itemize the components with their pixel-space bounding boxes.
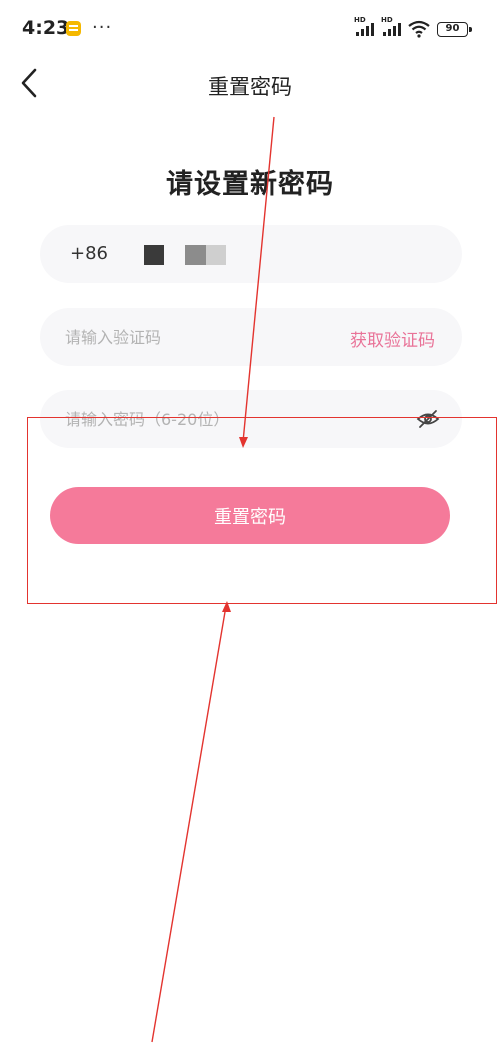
more-notifications-icon: ···: [92, 17, 113, 38]
get-code-button[interactable]: 获取验证码: [350, 326, 435, 351]
battery-level: 90: [445, 23, 460, 34]
reset-password-screen: 4:23 ··· HD HD 90 重置密码 请设置新密码 +86 请输入验证码…: [0, 0, 500, 1046]
annotation-arrow-bottom: [151, 605, 227, 1043]
status-bar: 4:23 ··· HD HD 90: [0, 0, 500, 56]
status-time: 4:23: [22, 17, 70, 39]
form-heading: 请设置新密码: [166, 169, 334, 200]
wifi-icon: [408, 20, 430, 38]
battery-icon: 90: [437, 22, 472, 37]
signal-icon: HD: [354, 16, 378, 36]
verification-code-field: 获取验证码: [40, 308, 462, 366]
masked-phone-number: [144, 245, 164, 265]
masked-phone-number-2: [185, 245, 206, 265]
verification-code-input[interactable]: [65, 308, 335, 366]
notification-icon: [66, 21, 81, 36]
header: 重置密码: [0, 56, 500, 110]
signal-icon-2: HD: [381, 16, 405, 36]
page-title: 重置密码: [208, 75, 292, 99]
phone-field[interactable]: +86: [40, 225, 462, 283]
masked-phone-number-3: [206, 245, 226, 265]
annotation-highlight-box: [27, 417, 497, 604]
country-code[interactable]: +86: [70, 243, 108, 264]
